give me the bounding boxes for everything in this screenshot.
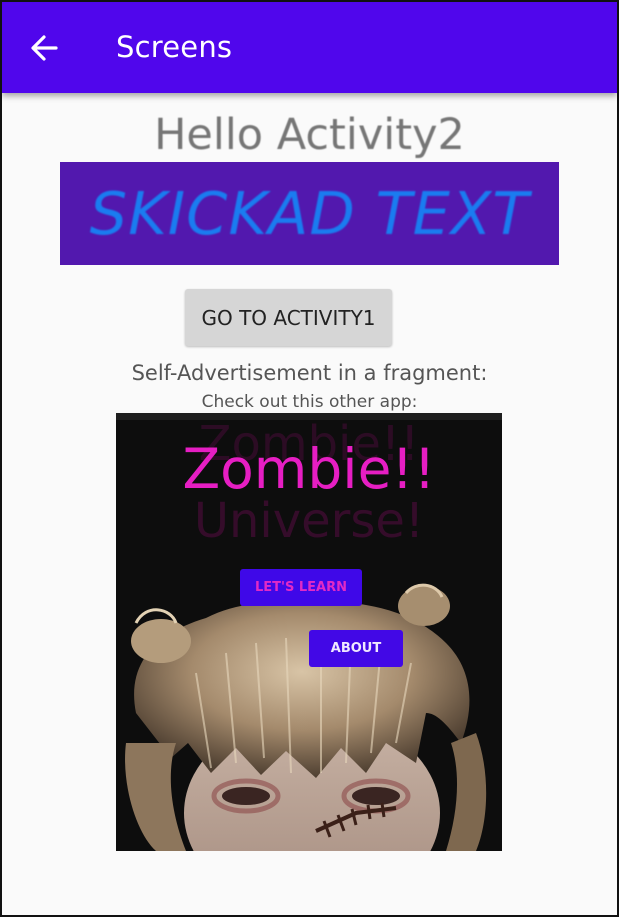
go-to-activity1-button[interactable]: GO TO ACTIVITY1	[185, 289, 392, 346]
promo-title: Zombie!!	[182, 437, 436, 501]
app-bar: Screens	[2, 2, 617, 93]
hello-heading: Hello Activity2	[154, 110, 465, 160]
promo-app-image[interactable]: Zombie!! Universe! Zombie!! LET'S LEARN …	[116, 413, 502, 851]
app-screen: Screens Hello Activity2 SKICKAD TEXT GO …	[0, 0, 619, 917]
sent-text-banner: SKICKAD TEXT	[60, 162, 559, 265]
arrow-left-icon	[31, 35, 58, 61]
check-out-label: Check out this other app:	[201, 392, 418, 412]
lets-learn-button[interactable]: LET'S LEARN	[240, 569, 362, 606]
app-bar-title: Screens	[116, 30, 233, 64]
about-button[interactable]: ABOUT	[309, 630, 403, 667]
self-ad-label: Self-Advertisement in a fragment:	[131, 361, 488, 385]
back-button[interactable]	[22, 28, 66, 68]
banner-text: SKICKAD TEXT	[89, 179, 530, 248]
